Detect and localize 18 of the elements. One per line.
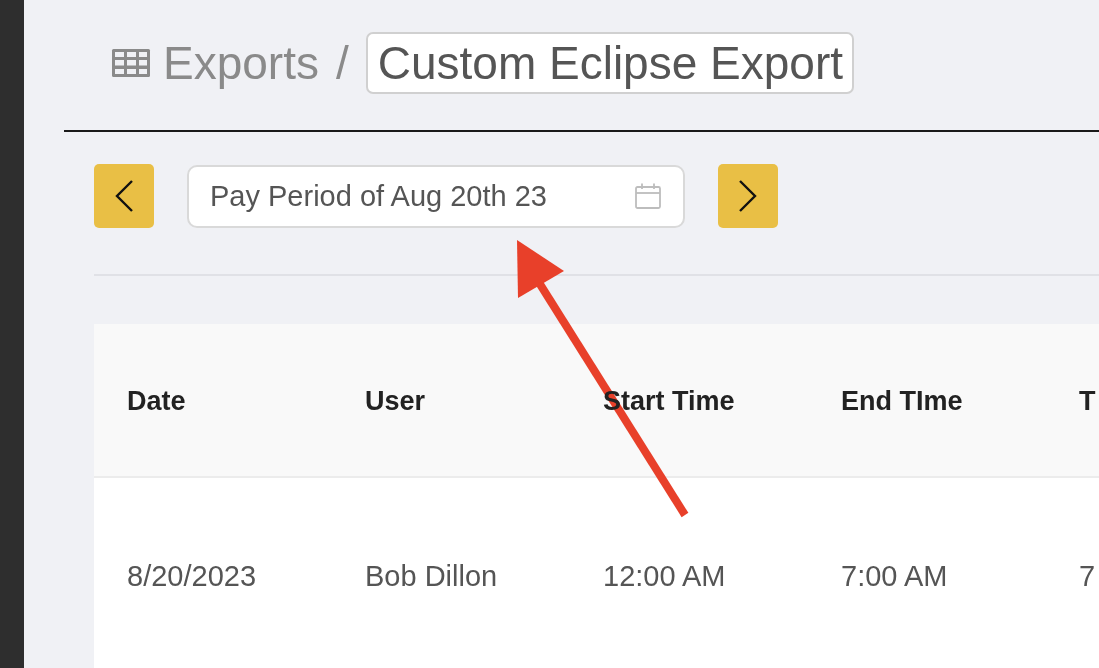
table-cell: 8/20/2023 [127,560,256,593]
next-button[interactable] [718,164,778,228]
breadcrumb-separator: / [335,40,349,86]
calendar-icon [635,182,661,209]
column-header: T [1079,385,1096,417]
table-cell: Bob Dillon [365,560,498,593]
table-cell: 12:00 AM [603,560,726,593]
column-header: Date [127,385,186,417]
previous-button[interactable] [94,164,154,228]
date-picker-field[interactable]: Pay Period of Aug 20th 23 [187,164,685,228]
title-field[interactable]: Custom Eclipse Export [365,32,854,94]
table-cell: 7 [1079,560,1096,593]
table-cell: 7:00 AM [841,560,948,593]
column-header: End TIme [841,385,963,417]
chevron-right-icon [739,180,757,212]
column-header: User [365,385,426,417]
table-icon [111,48,151,78]
chevron-left-icon [115,180,133,212]
